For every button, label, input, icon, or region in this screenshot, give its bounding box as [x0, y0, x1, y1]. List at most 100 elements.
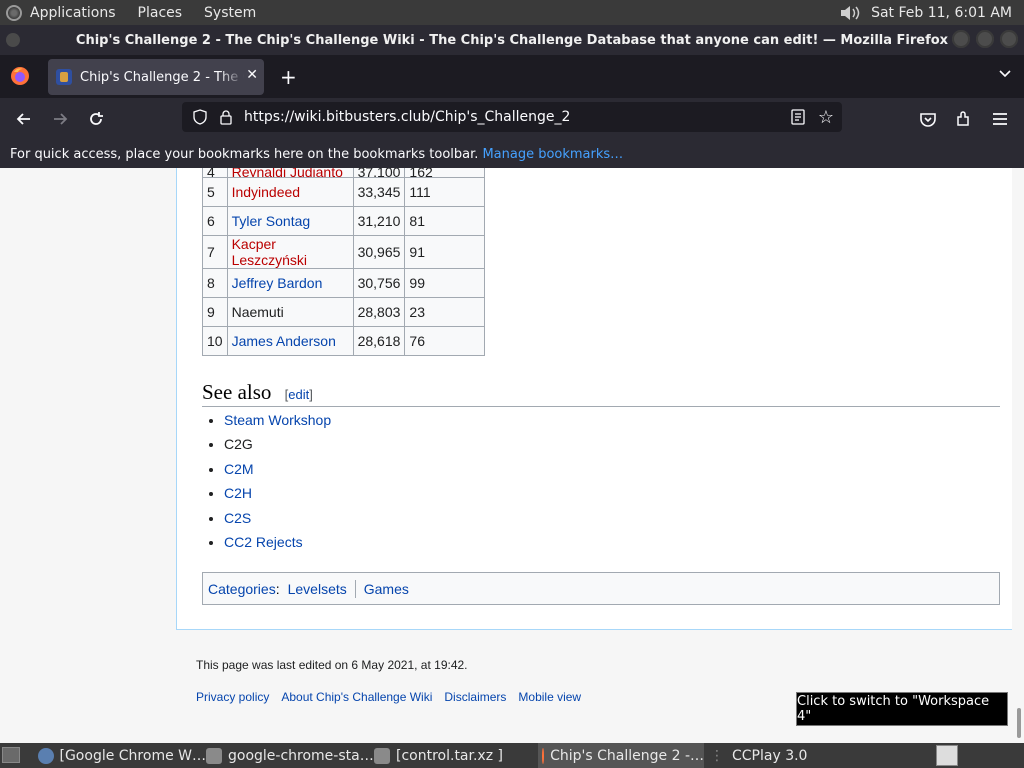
see-also-link[interactable]: C2H: [224, 485, 252, 501]
disclaimers-link[interactable]: Disclaimers: [444, 690, 506, 704]
score-cell: 30,756: [352, 268, 406, 298]
rank-cell: 4: [202, 168, 228, 178]
player-name-cell[interactable]: Reynaldi Judianto: [226, 168, 354, 178]
workspace-switcher[interactable]: [936, 745, 958, 766]
categories-link[interactable]: Categories: [208, 581, 276, 597]
category-levelsets[interactable]: Levelsets: [288, 581, 347, 597]
task-label: [Google Chrome W…: [59, 747, 207, 764]
see-also-link[interactable]: C2S: [224, 510, 251, 526]
volume-icon[interactable]: [839, 4, 861, 22]
levels-cell: 162: [404, 168, 486, 178]
score-cell: 28,618: [352, 326, 406, 356]
player-name-cell[interactable]: Tyler Sontag: [226, 206, 354, 236]
privacy-policy-link[interactable]: Privacy policy: [196, 690, 269, 704]
shield-icon[interactable]: [192, 109, 208, 125]
hamburger-menu-icon[interactable]: [990, 109, 1010, 129]
player-name-cell[interactable]: James Anderson: [226, 326, 354, 356]
scrollbar-thumb[interactable]: [1017, 708, 1021, 738]
reload-icon[interactable]: [86, 109, 106, 129]
pocket-icon[interactable]: [918, 109, 938, 129]
player-name-cell: Naemuti: [226, 297, 354, 327]
task-control-tar[interactable]: [control.tar.xz ]: [374, 743, 534, 768]
levels-cell: 81: [404, 206, 486, 236]
system-menu[interactable]: System: [204, 5, 256, 21]
tab-chips-challenge-2[interactable]: Chip's Challenge 2 - The Chip's Challeng…: [48, 59, 264, 95]
close-tab-icon[interactable]: ✕: [246, 67, 258, 83]
gnome-logo-icon[interactable]: [6, 4, 22, 21]
applications-menu[interactable]: Applications: [30, 5, 116, 21]
terminal-icon: [206, 747, 222, 764]
bookmarks-hint: For quick access, place your bookmarks h…: [10, 146, 479, 162]
url-text[interactable]: https://wiki.bitbusters.club/Chip's_Chal…: [244, 109, 570, 125]
levels-cell: 23: [404, 297, 486, 327]
minimize-button[interactable]: [952, 30, 970, 48]
chevron-down-icon[interactable]: [998, 67, 1012, 81]
wiki-content: 4 Reynaldi Judianto 37,100 162 5 Indyindeed 33…: [176, 168, 1012, 630]
levels-cell: 76: [404, 326, 486, 356]
extensions-icon[interactable]: [954, 109, 974, 129]
manage-bookmarks-link[interactable]: Manage bookmarks…: [482, 147, 623, 162]
task-label: google-chrome-sta…: [228, 747, 374, 764]
clock[interactable]: Sat Feb 11, 6:01 AM: [871, 5, 1012, 21]
about-wiki-link[interactable]: About Chip's Challenge Wiki: [281, 690, 432, 704]
lock-icon[interactable]: [218, 109, 234, 125]
leaderboard-table: 4 Reynaldi Judianto 37,100 162 5 Indyindeed 33…: [202, 168, 486, 356]
see-also-list: Steam Workshop C2G C2M C2H C2S CC2 Rejects: [202, 408, 331, 554]
mobile-view-link[interactable]: Mobile view: [518, 690, 581, 704]
footer-links: Privacy policy About Chip's Challenge Wi…: [196, 690, 581, 704]
rank-cell: 6: [202, 206, 228, 236]
task-google-chrome-stable[interactable]: google-chrome-sta…: [206, 743, 374, 768]
bookmark-star-icon[interactable]: ☆: [818, 107, 834, 128]
tab-strip: Chip's Challenge 2 - The Chip's Challeng…: [0, 55, 1024, 98]
task-label: CCPlay 3.0: [732, 747, 808, 764]
list-item: C2H: [224, 481, 331, 505]
window-menu-icon[interactable]: [6, 33, 20, 47]
reader-view-icon[interactable]: [790, 109, 806, 125]
rank-cell: 9: [202, 297, 228, 327]
player-name-cell[interactable]: Kacper Leszczyński: [226, 235, 354, 269]
last-edited-text: This page was last edited on 6 May 2021,…: [196, 658, 468, 672]
tab-title: Chip's Challenge 2 - The Chip's Challeng…: [80, 69, 244, 85]
score-cell: 30,965: [352, 235, 406, 269]
firefox-view-icon[interactable]: [10, 66, 30, 86]
rank-cell: 10: [202, 326, 228, 356]
edit-link[interactable]: edit: [288, 387, 309, 402]
player-name-cell[interactable]: Jeffrey Bardon: [226, 268, 354, 298]
forward-arrow-icon[interactable]: [50, 109, 70, 129]
maximize-button[interactable]: [976, 30, 994, 48]
close-window-button[interactable]: [1000, 30, 1018, 48]
task-firefox[interactable]: Chip's Challenge 2 -…: [538, 743, 704, 768]
see-also-link[interactable]: Steam Workshop: [224, 412, 331, 428]
show-desktop-icon[interactable]: [2, 747, 20, 763]
see-also-heading: See also [edit]: [202, 380, 1000, 407]
top-panel: Applications Places System Sat Feb 11, 6…: [0, 0, 1024, 25]
see-also-link[interactable]: C2M: [224, 461, 254, 477]
task-label: Chip's Challenge 2 -…: [550, 747, 704, 764]
table-row: 9 Naemuti 28,803 23: [202, 297, 486, 327]
url-bar[interactable]: https://wiki.bitbusters.club/Chip's_Chal…: [182, 102, 842, 132]
list-item: C2M: [224, 457, 331, 481]
see-also-link[interactable]: CC2 Rejects: [224, 534, 303, 550]
grip-icon: ⋮: [710, 747, 724, 764]
table-row: 5 Indyindeed 33,345 111: [202, 177, 486, 207]
category-games[interactable]: Games: [364, 581, 409, 597]
table-row: 7 Kacper Leszczyński 30,965 91: [202, 235, 486, 269]
table-row: 4 Reynaldi Judianto 37,100 162: [202, 168, 486, 178]
rank-cell: 7: [202, 235, 228, 269]
window-titlebar[interactable]: Chip's Challenge 2 - The Chip's Challeng…: [0, 25, 1024, 55]
score-cell: 33,345: [352, 177, 406, 207]
category-divider: [354, 579, 356, 598]
web-page: 4 Reynaldi Judianto 37,100 162 5 Indyindeed 33…: [0, 168, 1024, 743]
table-row: 6 Tyler Sontag 31,210 81: [202, 206, 486, 236]
task-google-chrome[interactable]: [Google Chrome W…: [38, 743, 206, 768]
places-menu[interactable]: Places: [138, 5, 183, 21]
levels-cell: 91: [404, 235, 486, 269]
window-title: Chip's Challenge 2 - The Chip's Challeng…: [75, 32, 949, 48]
list-item: CC2 Rejects: [224, 530, 331, 554]
back-arrow-icon[interactable]: [14, 109, 34, 129]
task-label: [control.tar.xz ]: [396, 747, 503, 764]
levels-cell: 111: [404, 177, 486, 207]
player-name-cell[interactable]: Indyindeed: [226, 177, 354, 207]
task-ccplay[interactable]: ⋮ CCPlay 3.0: [710, 743, 880, 768]
new-tab-button[interactable]: +: [280, 65, 297, 89]
